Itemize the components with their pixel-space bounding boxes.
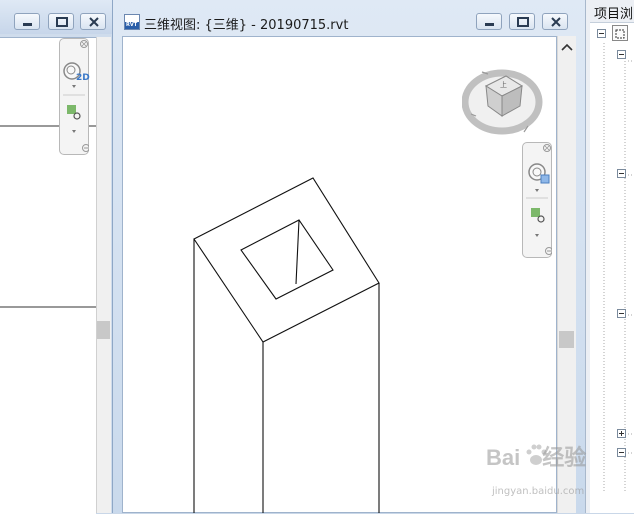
left-close-button[interactable] <box>80 13 106 30</box>
minus-icon <box>599 33 604 34</box>
view-cube-graphic <box>461 69 543 135</box>
revit-file-icon: RVT <box>124 14 140 30</box>
views-root-icon <box>612 25 628 41</box>
navbar-graphics <box>526 144 552 255</box>
minimize-button[interactable] <box>476 13 502 30</box>
tree-expand-toggle[interactable] <box>617 429 626 438</box>
view-icon <box>615 29 625 39</box>
left-scroll-thumb[interactable] <box>97 321 110 339</box>
view-cube-top-label: 上 <box>500 81 507 89</box>
left-navbar-graphics <box>63 40 89 152</box>
project-browser-title: 项目浏 <box>594 7 634 22</box>
view-cube[interactable]: 上 <box>461 64 544 138</box>
watermark-url: jingyan.baidu.com <box>492 486 585 497</box>
tree-collapse-toggle[interactable] <box>617 448 626 457</box>
2d-badge: 2D <box>76 73 90 83</box>
minimize-icon <box>23 23 32 26</box>
tree-collapse-toggle[interactable] <box>617 169 626 178</box>
restore-icon <box>56 17 68 27</box>
restore-icon <box>517 17 529 27</box>
main-scroll-thumb[interactable] <box>559 331 574 348</box>
plus-icon <box>619 431 624 436</box>
minus-icon <box>619 54 624 55</box>
paw-icon <box>526 444 547 465</box>
tree-lines <box>603 43 634 493</box>
navigation-bar <box>522 142 552 258</box>
restore-button[interactable] <box>509 13 535 30</box>
tree-collapse-toggle[interactable] <box>617 50 626 59</box>
minus-icon <box>619 313 624 314</box>
minus-icon <box>619 452 624 453</box>
tree-collapse-toggle[interactable] <box>597 29 606 38</box>
window-title: 三维视图: {三维} - 20190715.rvt <box>144 18 349 33</box>
tree-collapse-toggle[interactable] <box>617 309 626 318</box>
project-browser-tree[interactable] <box>590 22 634 513</box>
minimize-icon <box>485 23 494 26</box>
left-minimize-button[interactable] <box>14 13 40 30</box>
close-button[interactable] <box>542 13 568 30</box>
left-navigation-bar: 2D <box>59 38 90 155</box>
close-icon <box>551 17 561 27</box>
left-restore-button[interactable] <box>48 13 74 30</box>
minus-icon <box>619 173 624 174</box>
close-icon <box>89 17 99 27</box>
scroll-up-icon[interactable] <box>558 38 576 58</box>
left-vertical-scrollbar[interactable] <box>96 37 111 513</box>
